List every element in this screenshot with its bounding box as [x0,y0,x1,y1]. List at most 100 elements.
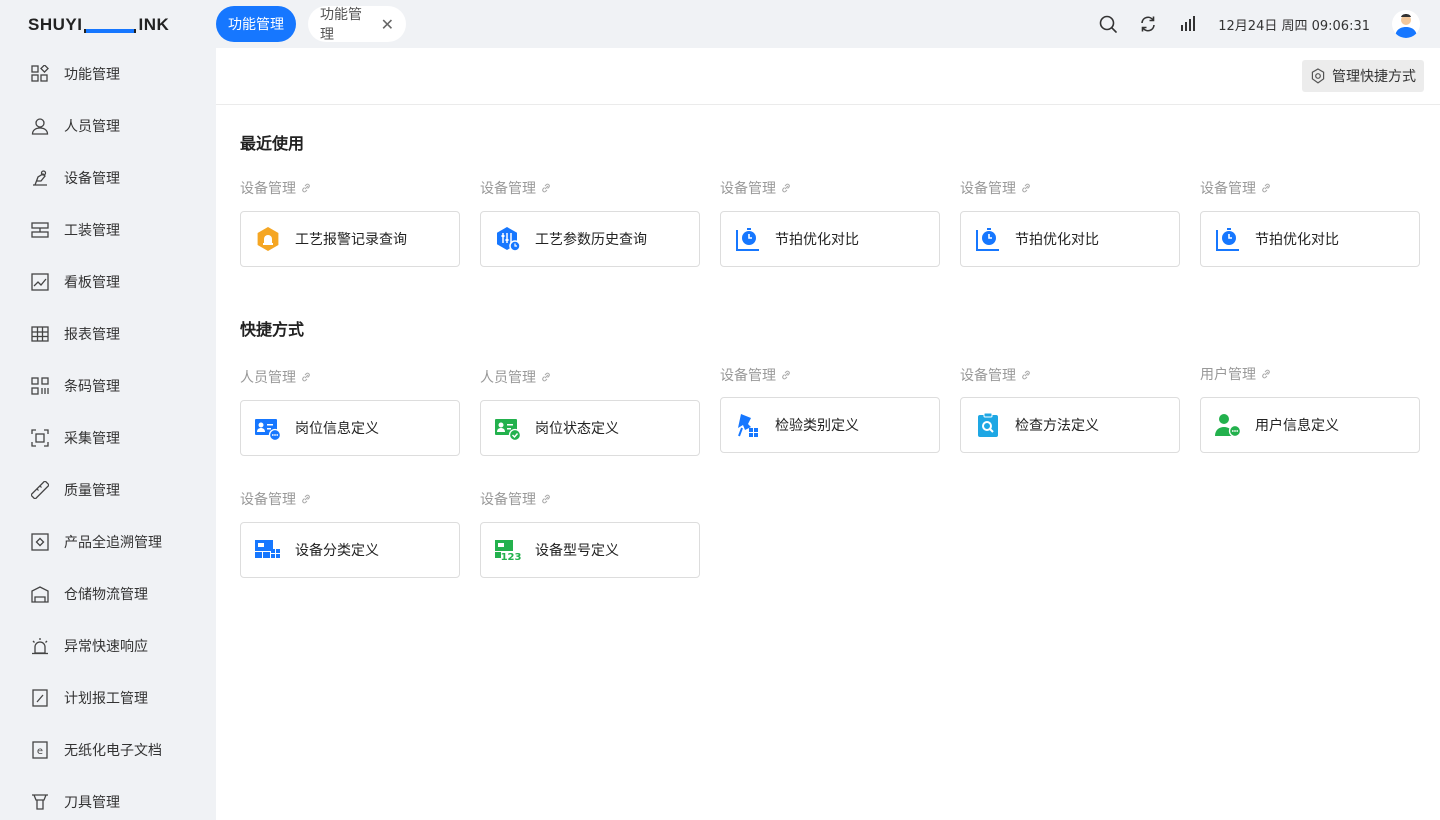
card-label: 设备分类定义 [295,543,379,559]
sidebar-item-label: 质量管理 [64,483,120,499]
scan-icon [30,428,50,448]
sidebar-item-report[interactable]: 报表管理 [0,308,216,360]
shortcut-card-position-info[interactable]: 岗位信息定义 [240,400,460,456]
card-category-text: 人员管理 [240,370,296,386]
sidebar-item-label: 工装管理 [64,223,120,239]
link-icon[interactable] [1260,368,1272,380]
shortcut-card-device-category[interactable]: 设备分类定义 [240,522,460,578]
card-label: 用户信息定义 [1255,418,1339,434]
shortcut-card-cycle-optimize-compare[interactable]: 节拍优化对比 [720,211,940,267]
link-icon[interactable] [300,371,312,383]
card-category: 用户管理 [1200,364,1272,384]
tab-function-management[interactable]: 功能管理 ✕ [308,6,406,43]
sidebar-item-label: 仓储物流管理 [64,587,148,603]
card-label: 岗位状态定义 [535,421,619,437]
link-icon[interactable] [300,493,312,505]
top-bar: SHUYI INK 功能管理 功能管理 ✕ 12月24日 周四 09:06:31 [0,0,1440,48]
avatar[interactable] [1392,10,1420,38]
machine-icon [30,168,50,188]
shortcut-card-inspection-method[interactable]: 检查方法定义 [960,397,1180,453]
trace-icon [30,532,50,552]
main-panel: 管理快捷方式 最近使用 设备管理 设备管理 设备管理 设备管理 设备管理 工艺报… [216,48,1440,820]
signal-icon[interactable] [1178,14,1198,34]
sidebar-item-trace[interactable]: 产品全追溯管理 [0,516,216,568]
sidebar-item-document[interactable]: e 无纸化电子文档 [0,724,216,776]
link-icon[interactable] [540,182,552,194]
device-model-icon: 123 [495,537,521,563]
sidebar: 功能管理 人员管理 设备管理 工装管理 看板管理 报表管理 条码管理 采集管理 … [0,48,216,820]
sidebar-item-equipment[interactable]: 设备管理 [0,152,216,204]
link-icon[interactable] [1260,182,1272,194]
link-icon[interactable] [1020,369,1032,381]
shortcut-card-process-parameter-history[interactable]: 工艺参数历史查询 [480,211,700,267]
alarm-icon [30,636,50,656]
shortcut-card-cycle-optimize-compare[interactable]: 节拍优化对比 [1200,211,1420,267]
shortcuts-section-title: 快捷方式 [240,320,305,339]
sidebar-item-label: 刀具管理 [64,795,120,811]
barcode-icon [30,376,50,396]
cycle-timer-icon [1215,226,1241,252]
refresh-icon[interactable] [1138,14,1158,34]
card-category-text: 用户管理 [1200,367,1256,383]
card-label: 工艺报警记录查询 [295,232,407,248]
tab-label: 功能管理 [320,7,362,43]
sidebar-item-warehouse[interactable]: 仓储物流管理 [0,568,216,620]
sidebar-item-fixture[interactable]: 工装管理 [0,204,216,256]
card-label: 检查方法定义 [1015,418,1099,434]
card-category-text: 设备管理 [480,492,536,508]
shortcut-card-process-alarm-query[interactable]: 工艺报警记录查询 [240,211,460,267]
sidebar-item-label: 看板管理 [64,275,120,291]
sidebar-item-label: 异常快速响应 [64,639,148,655]
card-category-text: 人员管理 [480,370,536,386]
card-category-text: 设备管理 [720,181,776,197]
link-icon[interactable] [540,371,552,383]
card-category: 设备管理 [720,365,792,385]
tab-function-management-active[interactable]: 功能管理 [216,6,296,42]
sidebar-item-collect[interactable]: 采集管理 [0,412,216,464]
shortcut-card-cycle-optimize-compare[interactable]: 节拍优化对比 [960,211,1180,267]
sidebar-item-tool[interactable]: 刀具管理 [0,776,216,820]
link-icon[interactable] [540,493,552,505]
shortcut-card-device-model[interactable]: 123 设备型号定义 [480,522,700,578]
apps-icon [30,64,50,84]
sidebar-item-exception[interactable]: 异常快速响应 [0,620,216,672]
sidebar-item-function[interactable]: 功能管理 [0,48,216,100]
link-icon[interactable] [780,369,792,381]
link-icon[interactable] [1020,182,1032,194]
tab-label: 功能管理 [228,17,284,33]
alarm-hexagon-icon [255,226,281,252]
logo-text-left: SHUYI [28,15,83,34]
card-category: 设备管理 [240,489,312,509]
fixture-icon [30,220,50,240]
sidebar-item-label: 计划报工管理 [64,691,148,707]
link-icon[interactable] [300,182,312,194]
card-category: 设备管理 [480,178,552,198]
app-logo[interactable]: SHUYI INK [28,13,169,35]
cycle-timer-icon [975,226,1001,252]
table-icon [30,324,50,344]
plan-icon [30,688,50,708]
card-category: 设备管理 [480,489,552,509]
position-info-icon [255,415,281,441]
ruler-icon [30,480,50,500]
sidebar-item-quality[interactable]: 质量管理 [0,464,216,516]
chart-icon [30,272,50,292]
shortcut-card-position-status[interactable]: 岗位状态定义 [480,400,700,456]
sidebar-item-personnel[interactable]: 人员管理 [0,100,216,152]
card-category: 人员管理 [240,367,312,387]
sidebar-item-plan[interactable]: 计划报工管理 [0,672,216,724]
settings-icon [1310,68,1326,84]
search-icon[interactable] [1098,14,1118,34]
inspection-method-icon [975,412,1001,438]
card-label: 工艺参数历史查询 [535,232,647,248]
link-icon[interactable] [780,182,792,194]
shortcut-card-inspection-category[interactable]: 检验类别定义 [720,397,940,453]
sidebar-item-barcode[interactable]: 条码管理 [0,360,216,412]
shortcut-card-user-info[interactable]: 用户信息定义 [1200,397,1420,453]
card-category-text: 设备管理 [720,368,776,384]
sidebar-item-board[interactable]: 看板管理 [0,256,216,308]
close-icon[interactable]: ✕ [381,15,394,34]
card-category-text: 设备管理 [240,181,296,197]
manage-shortcuts-button[interactable]: 管理快捷方式 [1302,60,1424,92]
card-category: 设备管理 [720,178,792,198]
